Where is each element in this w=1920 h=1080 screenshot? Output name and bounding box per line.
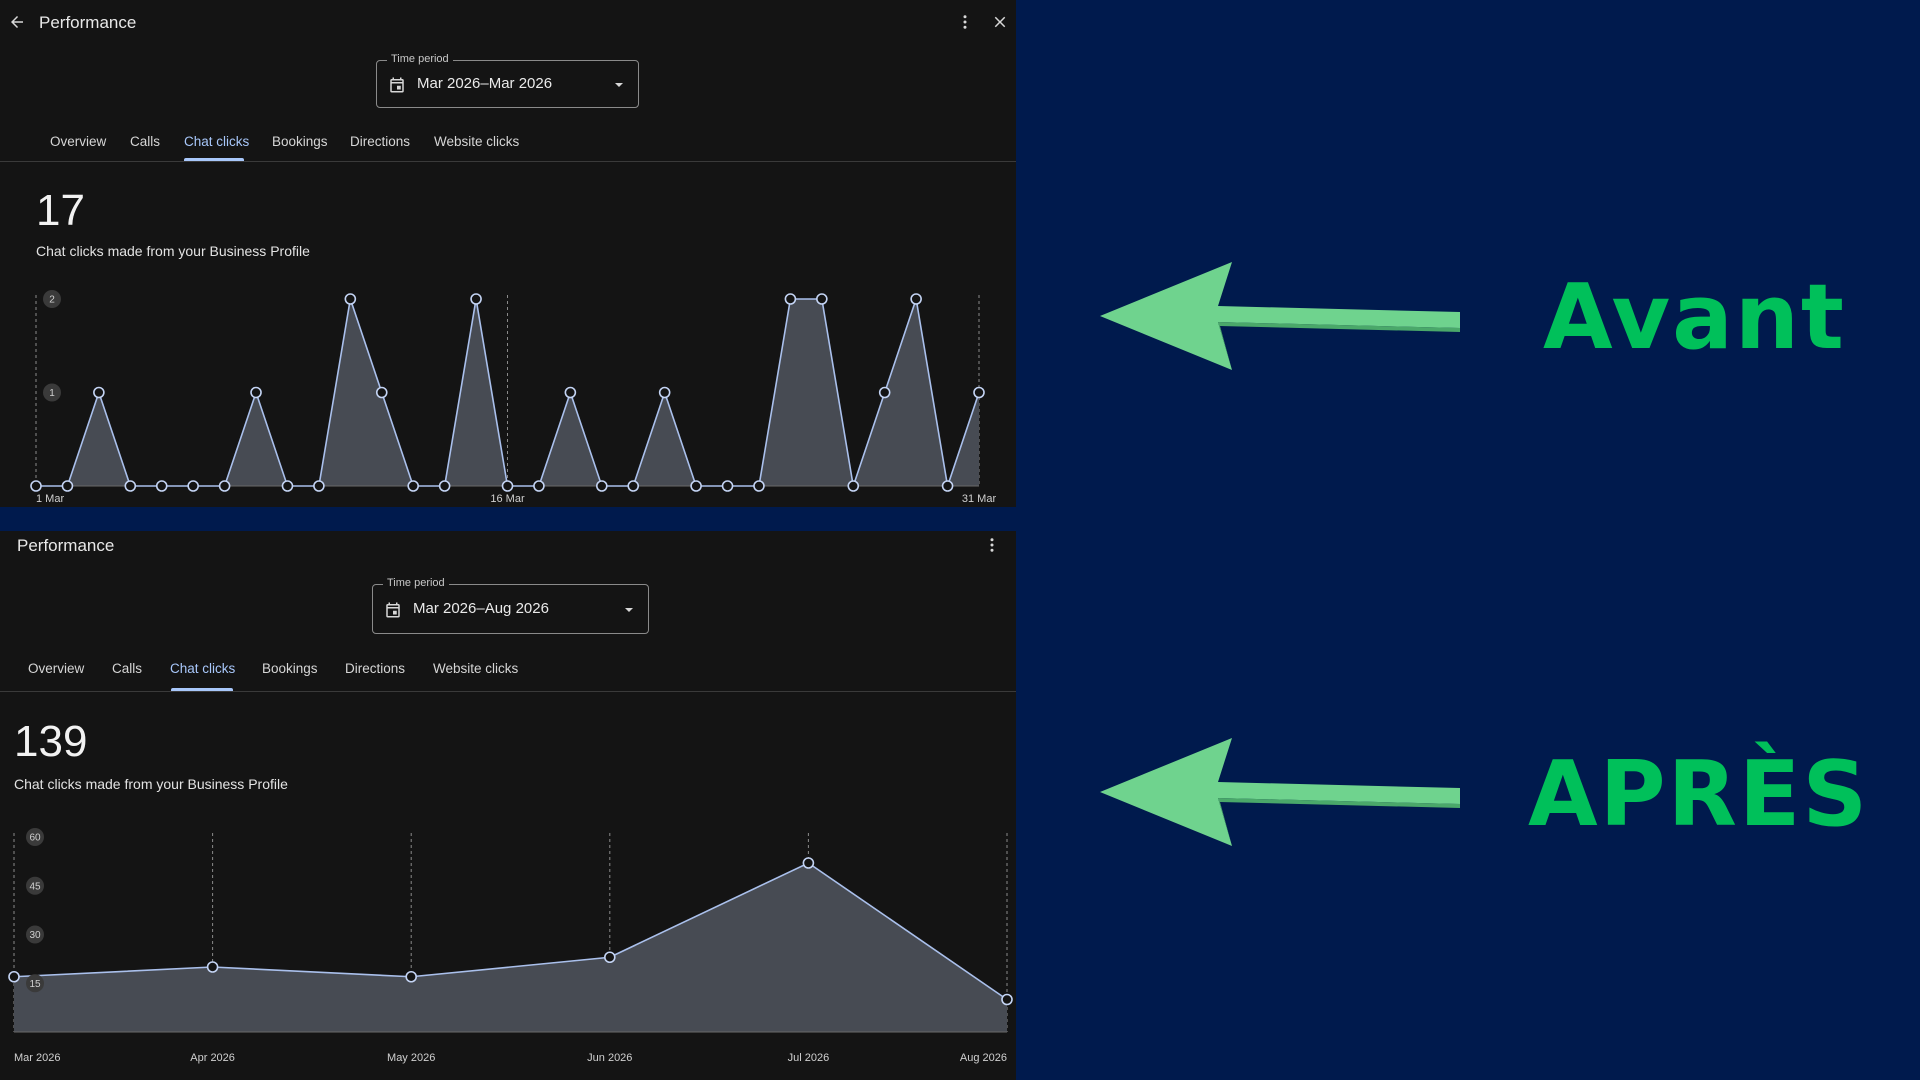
x-tick-label: 31 Mar [962, 493, 997, 505]
time-period-label: Time period [383, 577, 449, 589]
tab-directions[interactable]: Directions [345, 661, 405, 676]
x-tick-label: Mar 2026 [14, 1052, 60, 1064]
data-point [501, 480, 514, 492]
time-period-select[interactable]: Time period Mar 2026–Aug 2026 [372, 577, 649, 634]
data-point [802, 857, 815, 869]
data-point [721, 480, 734, 492]
data-point [564, 386, 577, 399]
data-point [784, 293, 797, 305]
calendar-icon [390, 77, 404, 93]
arrow-left-icon [1100, 738, 1460, 846]
active-tab-indicator [184, 158, 244, 161]
tab-bookings[interactable]: Bookings [262, 661, 318, 676]
data-point [124, 480, 137, 492]
time-period-select[interactable]: Time period Mar 2026–Mar 2026 [376, 53, 639, 108]
data-point [8, 970, 20, 983]
data-point [405, 970, 418, 983]
performance-panel-before: Performance Time period Mar 2026–Mar 202… [0, 0, 1016, 507]
daily-chat-clicks-chart: 1 2 1 Mar 16 Mar 31 Mar [0, 280, 1016, 507]
y-tick-label: 45 [29, 881, 41, 892]
time-period-label: Time period [387, 53, 453, 65]
data-point [218, 480, 231, 492]
tab-chat-clicks[interactable]: Chat clicks [184, 134, 249, 149]
tab-bar: Overview Calls Chat clicks Bookings Dire… [0, 128, 1016, 162]
data-point [533, 480, 545, 492]
data-point [30, 480, 42, 492]
data-point [1001, 993, 1013, 1006]
total-count: 139 [14, 717, 88, 766]
data-point [438, 480, 451, 492]
data-point [910, 293, 922, 305]
performance-panel-after: Performance Time period Mar 2026–Aug 202… [0, 531, 1016, 1080]
x-tick-label: 1 Mar [36, 493, 64, 505]
time-period-value: Mar 2026–Aug 2026 [413, 600, 549, 617]
data-point [603, 951, 616, 964]
data-point [658, 386, 671, 399]
tab-directions[interactable]: Directions [350, 134, 410, 149]
y-tick-label: 15 [29, 979, 41, 990]
x-tick-label: Apr 2026 [190, 1052, 235, 1064]
data-point [690, 480, 702, 492]
active-tab-indicator [171, 688, 233, 691]
data-point [627, 480, 640, 492]
data-point [313, 480, 325, 492]
y-tick-label: 30 [29, 930, 41, 941]
page-title: Performance [17, 536, 115, 555]
more-vert-icon[interactable] [954, 11, 976, 33]
metric-description: Chat clicks made from your Business Prof… [36, 243, 310, 259]
dropdown-arrow-icon [625, 608, 633, 612]
data-point [61, 480, 74, 492]
after-label: APRÈS [1528, 742, 1870, 847]
close-icon[interactable] [989, 11, 1011, 33]
tab-calls[interactable]: Calls [112, 661, 142, 676]
calendar-icon [386, 602, 400, 618]
data-point [595, 480, 608, 492]
monthly-chat-clicks-chart: 15 30 45 60 Mar 2026 Apr 2026 May 2026 Jun 2026… [0, 821, 1016, 1080]
data-point [375, 386, 388, 399]
tab-chat-clicks[interactable]: Chat clicks [170, 661, 235, 676]
tab-website-clicks[interactable]: Website clicks [434, 134, 519, 149]
area-fill [14, 863, 1007, 1032]
back-arrow-icon[interactable] [6, 11, 28, 33]
metric-description: Chat clicks made from your Business Prof… [14, 776, 288, 792]
x-tick-label: Jul 2026 [788, 1052, 830, 1064]
data-point [878, 386, 891, 399]
more-vert-icon[interactable] [981, 534, 1003, 556]
time-period-value: Mar 2026–Mar 2026 [417, 75, 553, 92]
y-tick-label: 2 [49, 295, 55, 306]
x-tick-label: 16 Mar [490, 493, 525, 505]
data-point [941, 480, 954, 492]
before-label: Avant [1543, 265, 1846, 370]
total-count: 17 [36, 186, 85, 235]
data-point [816, 293, 828, 305]
data-point [847, 480, 860, 492]
tab-overview[interactable]: Overview [50, 134, 106, 149]
data-point [187, 480, 199, 492]
data-point [250, 386, 262, 399]
tab-website-clicks[interactable]: Website clicks [433, 661, 518, 676]
dropdown-arrow-icon [615, 83, 623, 87]
data-point [973, 386, 985, 399]
arrow-left-icon [1100, 262, 1460, 370]
y-tick-label: 1 [49, 388, 55, 399]
y-tick-label: 60 [29, 833, 41, 844]
page-title: Performance [39, 13, 137, 32]
data-point [470, 293, 482, 305]
x-tick-label: Jun 2026 [587, 1052, 632, 1064]
tab-bar: Overview Calls Chat clicks Bookings Dire… [0, 655, 1016, 692]
data-point [753, 480, 765, 492]
data-point [93, 386, 105, 399]
data-point [281, 480, 294, 492]
data-point [344, 293, 357, 305]
data-point [407, 480, 420, 492]
tab-bookings[interactable]: Bookings [272, 134, 328, 149]
tab-overview[interactable]: Overview [28, 661, 84, 676]
x-tick-label: May 2026 [387, 1052, 435, 1064]
x-tick-label: Aug 2026 [960, 1052, 1007, 1064]
data-point [155, 480, 168, 492]
tab-calls[interactable]: Calls [130, 134, 160, 149]
data-point [206, 961, 219, 973]
